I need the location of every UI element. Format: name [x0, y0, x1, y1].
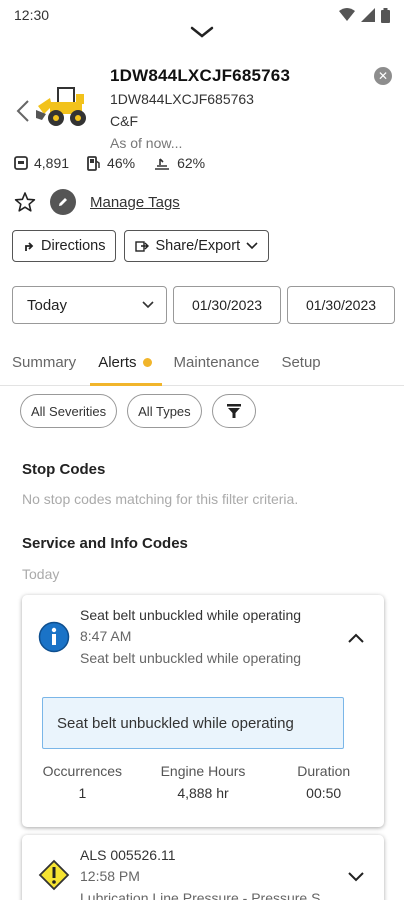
share-export-button[interactable]: Share/Export [124, 230, 270, 262]
edit-tags-button[interactable] [50, 189, 76, 215]
duration-stat: Duration 00:50 [263, 763, 384, 801]
alert-stats: Occurrences 1 Engine Hours 4,888 hr Dura… [22, 763, 384, 801]
def-level-icon [155, 158, 170, 170]
stat-value: 00:50 [306, 785, 342, 801]
tab-maintenance[interactable]: Maintenance [174, 340, 260, 386]
filter-icon [226, 404, 241, 418]
wheel-loader-icon [36, 87, 86, 126]
stop-codes-empty-text: No stop codes matching for this filter c… [22, 491, 299, 507]
alert-time: 12:58 PM [80, 868, 140, 884]
alert-indicator-dot [142, 358, 152, 367]
service-codes-title: Service and Info Codes [22, 535, 188, 552]
def-value: 62% [177, 155, 206, 171]
star-icon[interactable] [14, 191, 36, 213]
hour-meter-icon [14, 156, 28, 170]
tab-alerts[interactable]: Alerts [90, 340, 162, 386]
pencil-icon [59, 198, 67, 206]
date-range-value: Today [27, 296, 68, 314]
filter-button[interactable] [211, 394, 256, 428]
tab-bar: Summary Alerts Maintenance Setup [0, 340, 404, 386]
alert-card[interactable]: Seat belt unbuckled while operating 8:47… [22, 595, 384, 827]
battery-icon [381, 7, 390, 23]
stat-label: Engine Hours [160, 763, 246, 779]
status-icons [339, 7, 390, 23]
asset-as-of: As of now... [110, 135, 183, 151]
wifi-icon [339, 8, 355, 21]
tab-label: Summary [12, 354, 77, 371]
date-filter-row: Today 01/30/2023 01/30/2023 [12, 286, 395, 324]
collapse-chevron-icon[interactable] [188, 22, 216, 42]
action-buttons: Directions Share/Export [12, 230, 270, 262]
share-icon [135, 241, 150, 252]
engine-hours-stat: Engine Hours 4,888 hr [143, 763, 264, 801]
asset-serial: 1DW844LXCJF685763 [110, 91, 254, 107]
tab-summary[interactable]: Summary [12, 340, 76, 386]
chevron-up-icon[interactable] [346, 631, 366, 645]
asset-dealer: C&F [110, 113, 138, 129]
share-export-label: Share/Export [155, 238, 241, 254]
alert-description: Seat belt unbuckled while operating [80, 650, 302, 666]
stat-label: Duration [297, 763, 351, 779]
service-codes-day: Today [22, 566, 60, 582]
close-icon[interactable]: ✕ [374, 67, 392, 85]
asset-id: 1DW844LXCJF685763 [110, 66, 291, 85]
manage-tags-link[interactable]: Manage Tags [90, 194, 180, 211]
asset-metrics: 4,891 46% 62% [14, 155, 205, 171]
type-filter-chip[interactable]: All Types [127, 394, 202, 428]
occurrences-stat: Occurrences 1 [22, 763, 143, 801]
fuel-icon [87, 155, 100, 171]
stop-codes-title: Stop Codes [22, 461, 106, 478]
warning-icon [38, 859, 70, 891]
back-arrow-icon[interactable] [14, 98, 32, 124]
start-date-field[interactable]: 01/30/2023 [173, 286, 281, 324]
directions-button[interactable]: Directions [12, 230, 117, 262]
alert-filter-row: All Severities All Types [20, 394, 256, 428]
stat-value: 1 [78, 785, 87, 801]
status-time: 12:30 [14, 7, 50, 23]
alert-title: ALS 005526.11 [80, 847, 176, 863]
alert-description: Lubrication Line Pressure - Pressure S [80, 890, 321, 900]
tab-setup[interactable]: Setup [281, 340, 320, 386]
date-range-select[interactable]: Today [12, 286, 167, 324]
hours-metric: 4,891 [14, 155, 69, 171]
alert-message-box: Seat belt unbuckled while operating [42, 697, 344, 749]
chevron-down-icon [142, 301, 154, 309]
tags-row: Manage Tags [14, 188, 180, 216]
directions-label: Directions [41, 238, 106, 254]
signal-icon [361, 8, 375, 22]
fuel-metric: 46% [87, 155, 135, 171]
alert-time: 8:47 AM [80, 628, 132, 644]
severity-filter-chip[interactable]: All Severities [20, 394, 118, 428]
directions-icon [25, 242, 34, 251]
hours-value: 4,891 [34, 155, 70, 171]
stat-label: Occurrences [42, 763, 123, 779]
alert-card[interactable]: ALS 005526.11 12:58 PM Lubrication Line … [22, 835, 384, 900]
chevron-down-icon [246, 242, 258, 250]
stat-value: 4,888 hr [177, 785, 229, 801]
def-metric: 62% [153, 155, 205, 171]
chevron-down-icon[interactable] [346, 869, 366, 883]
alert-title: Seat belt unbuckled while operating [80, 607, 302, 623]
tab-label: Alerts [98, 354, 137, 371]
tab-label: Maintenance [173, 354, 260, 371]
fuel-value: 46% [107, 155, 136, 171]
end-date-field[interactable]: 01/30/2023 [287, 286, 395, 324]
tab-label: Setup [281, 354, 321, 371]
info-icon [38, 621, 70, 653]
